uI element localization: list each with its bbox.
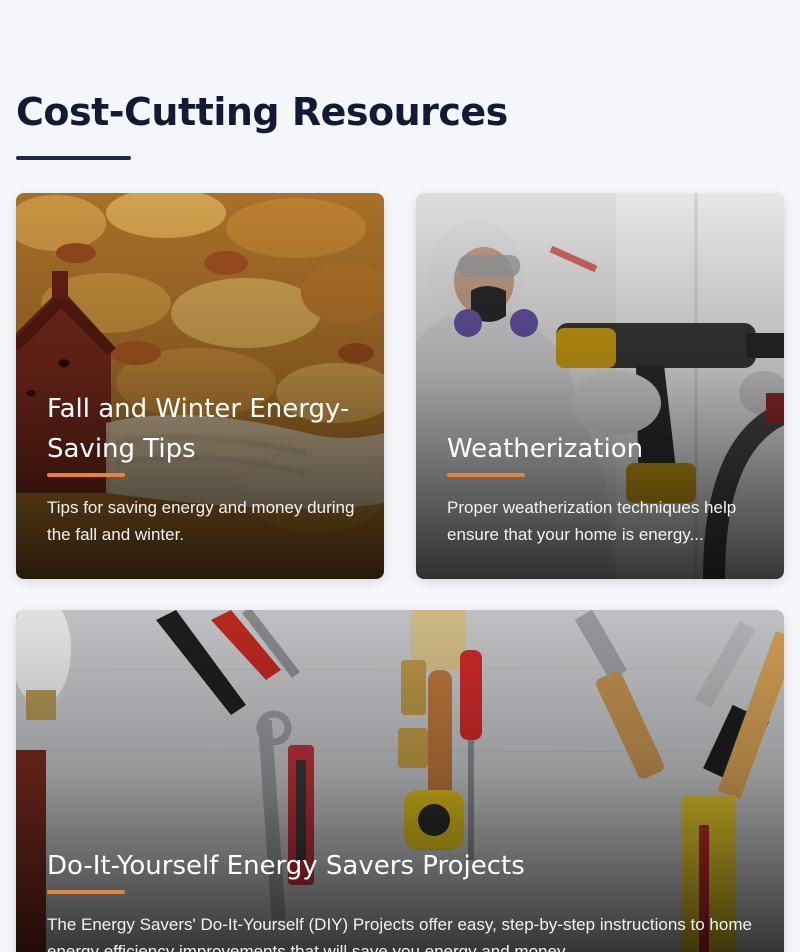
card-description: Tips for saving energy and money during … <box>47 498 355 544</box>
resource-card-diy-projects[interactable]: Do-It-Yourself Energy Savers Projects Th… <box>16 610 784 952</box>
accent-bar <box>47 890 125 894</box>
card-description: The Energy Savers' Do-It-Yourself (DIY) … <box>47 915 752 952</box>
card-content: Do-It-Yourself Energy Savers Projects Th… <box>47 846 760 952</box>
accent-bar <box>447 473 525 477</box>
resource-card-weatherization[interactable]: Weatherization Proper weatherization tec… <box>416 193 784 579</box>
section-title: Cost-Cutting Resources <box>16 90 508 134</box>
card-title: Weatherization <box>447 434 644 464</box>
card-content: Weatherization Proper weatherization tec… <box>447 429 760 548</box>
card-content: Fall and Winter Energy-Saving Tips Tips … <box>47 389 360 548</box>
title-underline <box>16 156 131 160</box>
card-description: Proper weatherization techniques help en… <box>447 498 737 544</box>
accent-bar <box>47 473 125 477</box>
card-title: Do-It-Yourself Energy Savers Projects <box>47 851 525 881</box>
resource-card-fall-winter[interactable]: Fall and Winter Energy-Saving Tips Tips … <box>16 193 384 579</box>
card-title: Fall and Winter Energy-Saving Tips <box>47 394 350 464</box>
